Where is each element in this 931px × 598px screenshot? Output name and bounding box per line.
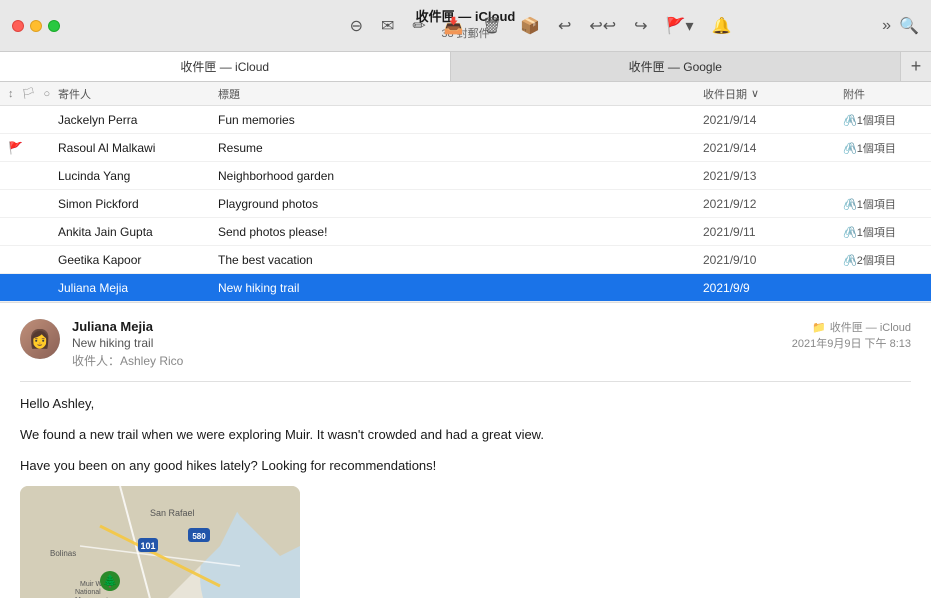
email-sender: Rasoul Al Malkawi <box>58 141 218 155</box>
add-tab-button[interactable]: + <box>901 52 931 81</box>
email-to: 收件人：Ashley Rico <box>72 352 792 369</box>
tab-google[interactable]: 收件匣 — Google <box>451 52 902 81</box>
email-attachment: 🖇️1個項目 <box>843 140 923 156</box>
email-attachment: 🖇️1個項目 <box>843 196 923 212</box>
traffic-lights <box>12 20 60 32</box>
titlebar: 收件匣 — iCloud 38 封郵件 ⊖ ✉ ✏ 📥 🗑 📦 ↩ ↩↩ ↪ 🚩… <box>0 0 931 52</box>
svg-text:101: 101 <box>140 541 155 551</box>
sort-icons: ↕ 🏳 ○ <box>8 87 58 100</box>
email-subject-detail: New hiking trail <box>72 336 792 350</box>
email-subject: Playground photos <box>218 197 703 211</box>
more-icon[interactable]: » <box>882 17 891 35</box>
email-row[interactable]: Juliana Mejia New hiking trail 2021/9/9 <box>0 274 931 302</box>
email-attachment: 🖇️1個項目 <box>843 224 923 240</box>
email-date: 2021/9/13 <box>703 169 843 183</box>
email-subject: Fun memories <box>218 113 703 127</box>
email-subject: Neighborhood garden <box>218 169 703 183</box>
mail-icon[interactable]: ✉ <box>381 16 394 36</box>
archive-icon[interactable]: 📥 <box>444 16 464 36</box>
email-subject: Send photos please! <box>218 225 703 239</box>
delete-icon[interactable]: 🗑 <box>482 16 502 36</box>
flag-icon[interactable]: 🚩▾ <box>666 16 694 36</box>
flag-indicator: 🚩 <box>8 141 23 155</box>
svg-text:580: 580 <box>192 532 206 541</box>
email-date: 2021年9月9日 下午 8:13 <box>792 335 911 351</box>
email-row[interactable]: 🚩 Rasoul Al Malkawi Resume 2021/9/14 🖇️1… <box>0 134 931 162</box>
email-attachment: 🖇️1個項目 <box>843 112 923 128</box>
email-date: 2021/9/9 <box>703 281 843 295</box>
email-subject: The best vacation <box>218 253 703 267</box>
email-subject: New hiking trail <box>218 281 703 295</box>
col-subject-header: 標題 <box>218 86 703 102</box>
email-meta-right: 📁 收件匣 — iCloud 2021年9月9日 下午 8:13 <box>792 319 911 351</box>
email-sender: Lucinda Yang <box>58 169 218 183</box>
email-from: Juliana Mejia <box>72 319 792 334</box>
email-body: Hello Ashley, We found a new trail when w… <box>20 394 911 476</box>
search-icon[interactable]: 🔍 <box>899 16 919 36</box>
email-sender: Jackelyn Perra <box>58 113 218 127</box>
svg-text:San Rafael: San Rafael <box>150 508 195 518</box>
svg-text:National: National <box>75 589 101 596</box>
email-row[interactable]: Lucinda Yang Neighborhood garden 2021/9/… <box>0 162 931 190</box>
tabbar: 收件匣 — iCloud 收件匣 — Google + <box>0 52 931 82</box>
map-attachment[interactable]: San Rafael Bolinas Muir Woods National M… <box>20 486 300 598</box>
move-icon[interactable]: 📦 <box>520 16 540 36</box>
email-date: 2021/9/11 <box>703 225 843 239</box>
column-headers: ↕ 🏳 ○ 寄件人 標題 收件日期 ∨ 附件 <box>0 82 931 106</box>
close-button[interactable] <box>12 20 24 32</box>
edit-icon[interactable]: ✏ <box>412 16 425 36</box>
email-detail: 👩 Juliana Mejia New hiking trail 收件人：Ash… <box>0 303 931 598</box>
tab-icloud[interactable]: 收件匣 — iCloud <box>0 52 451 81</box>
email-meta: Juliana Mejia New hiking trail 收件人：Ashle… <box>72 319 792 369</box>
email-row[interactable]: Ankita Jain Gupta Send photos please! 20… <box>0 218 931 246</box>
svg-text:Bolinas: Bolinas <box>50 549 76 558</box>
minimize-button[interactable] <box>30 20 42 32</box>
notification-icon[interactable]: 🔔 <box>712 16 732 36</box>
avatar: 👩 <box>20 319 60 359</box>
row-icons: 🚩 <box>8 141 58 155</box>
body-paragraph: We found a new trail when we were explor… <box>20 425 911 446</box>
email-row[interactable]: Simon Pickford Playground photos 2021/9/… <box>0 190 931 218</box>
email-date: 2021/9/14 <box>703 113 843 127</box>
col-date-header: 收件日期 ∨ <box>703 86 843 102</box>
email-date: 2021/9/10 <box>703 253 843 267</box>
email-attachment: 🖇️2個項目 <box>843 252 923 268</box>
email-subject: Resume <box>218 141 703 155</box>
svg-text:🌲: 🌲 <box>103 574 118 588</box>
email-header: 👩 Juliana Mejia New hiking trail 收件人：Ash… <box>20 319 911 382</box>
reply-all-icon[interactable]: ↩↩ <box>589 16 616 36</box>
body-paragraph: Hello Ashley, <box>20 394 911 415</box>
email-sender: Juliana Mejia <box>58 281 218 295</box>
body-paragraph: Have you been on any good hikes lately? … <box>20 456 911 477</box>
email-row[interactable]: Geetika Kapoor The best vacation 2021/9/… <box>0 246 931 274</box>
email-sender: Ankita Jain Gupta <box>58 225 218 239</box>
email-list: Jackelyn Perra Fun memories 2021/9/14 🖇️… <box>0 106 931 303</box>
email-date: 2021/9/12 <box>703 197 843 211</box>
email-mailbox: 📁 收件匣 — iCloud <box>792 319 911 335</box>
maximize-button[interactable] <box>48 20 60 32</box>
email-date: 2021/9/14 <box>703 141 843 155</box>
email-sender: Simon Pickford <box>58 197 218 211</box>
compose-icon[interactable]: ⊖ <box>350 16 363 36</box>
email-sender: Geetika Kapoor <box>58 253 218 267</box>
col-sender-header: 寄件人 <box>58 86 218 102</box>
col-attachment-header: 附件 <box>843 86 923 102</box>
toolbar: ⊖ ✉ ✏ 📥 🗑 📦 ↩ ↩↩ ↪ 🚩▾ 🔔 <box>200 16 881 36</box>
email-row[interactable]: Jackelyn Perra Fun memories 2021/9/14 🖇️… <box>0 106 931 134</box>
reply-icon[interactable]: ↩ <box>558 16 571 36</box>
forward-icon[interactable]: ↪ <box>634 16 647 36</box>
